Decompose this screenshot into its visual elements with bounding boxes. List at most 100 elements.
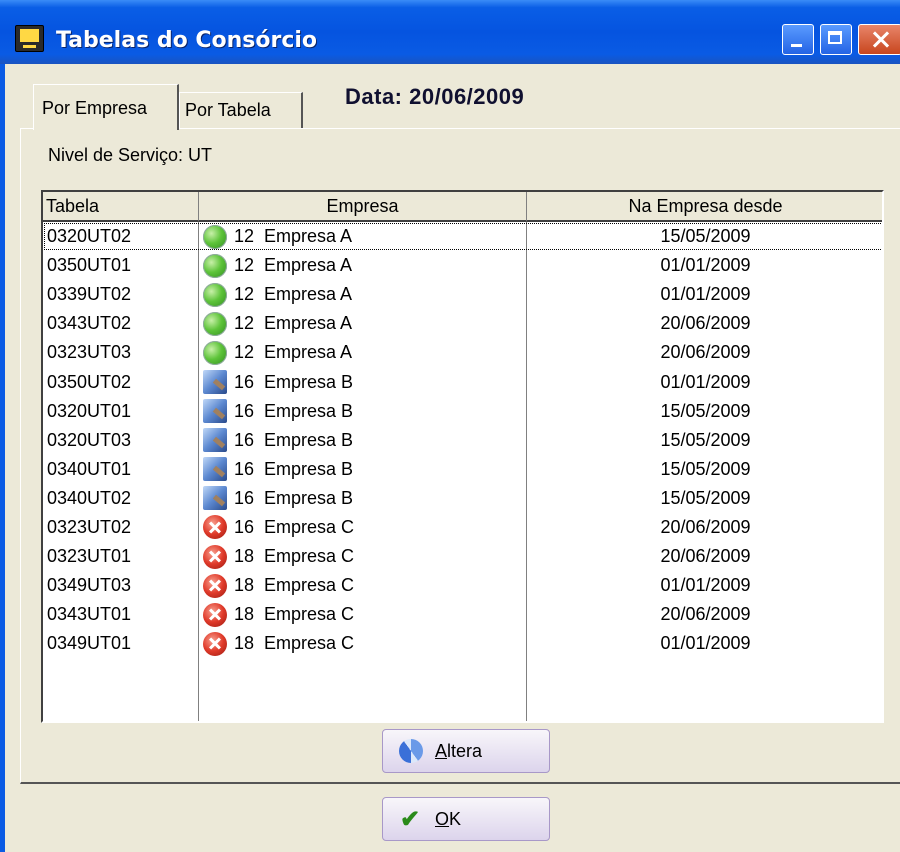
cell-tabela: 0320UT03 [47, 429, 132, 450]
cell-empresa: 16 Empresa B [203, 455, 353, 484]
cell-desde: 20/06/2009 [660, 342, 751, 363]
table-row[interactable]: 0343UT01 18 Empresa C 20/06/2009 [43, 600, 882, 629]
altera-button[interactable]: Altera [382, 729, 550, 773]
red-x-icon [203, 573, 227, 598]
cell-tabela: 0323UT01 [47, 546, 132, 567]
close-button[interactable] [858, 24, 900, 55]
grid-rows: 0320UT02 12 Empresa A 15/05/2009 0350UT01 12… [43, 222, 882, 658]
tab-por-tabela[interactable]: Por Tabela [179, 92, 303, 128]
cell-desde: 20/06/2009 [660, 313, 751, 334]
table-row[interactable]: 0349UT03 18 Empresa C 01/01/2009 [43, 571, 882, 600]
red-x-icon [203, 544, 227, 569]
empresa-text: 18 Empresa C [234, 546, 355, 567]
table-row[interactable]: 0340UT01 16 Empresa B 15/05/2009 [43, 455, 882, 484]
empresa-text: 12 Empresa A [234, 284, 353, 305]
table-row[interactable]: 0350UT02 16 Empresa B 01/01/2009 [43, 367, 882, 396]
cell-tabela: 0320UT02 [47, 226, 132, 247]
table-row[interactable]: 0323UT02 16 Empresa C 20/06/2009 [43, 513, 882, 542]
cell-desde: 15/05/2009 [660, 226, 751, 247]
cell-empresa: 16 Empresa C [203, 513, 354, 542]
empresa-text: 16 Empresa C [234, 516, 355, 537]
green-sphere-icon [203, 224, 227, 249]
cell-empresa: 12 Empresa A [203, 222, 352, 251]
maximize-button[interactable] [820, 24, 852, 55]
cell-tabela: 0320UT01 [47, 400, 132, 421]
table-row[interactable]: 0323UT01 18 Empresa C 20/06/2009 [43, 542, 882, 571]
empresa-text: 18 Empresa C [234, 604, 355, 625]
cell-empresa: 18 Empresa C [203, 542, 354, 571]
column-header-desde[interactable]: Na Empresa desde [527, 192, 882, 222]
table-row[interactable]: 0320UT03 16 Empresa B 15/05/2009 [43, 426, 882, 455]
checkmark-icon: ✔ [399, 805, 421, 833]
cell-tabela: 0349UT01 [47, 633, 132, 654]
cell-tabela: 0343UT01 [47, 604, 132, 625]
cell-desde: 15/05/2009 [660, 487, 751, 508]
cell-desde: 01/01/2009 [660, 575, 751, 596]
cell-tabela: 0340UT02 [47, 487, 132, 508]
green-sphere-icon [203, 340, 227, 365]
cell-empresa: 12 Empresa A [203, 251, 352, 280]
column-header-empresa[interactable]: Empresa [199, 192, 527, 222]
table-row[interactable]: 0320UT02 12 Empresa A 15/05/2009 [43, 222, 882, 251]
cell-desde: 01/01/2009 [660, 255, 751, 276]
empresa-text: 16 Empresa B [234, 458, 354, 479]
empresa-text: 16 Empresa B [234, 400, 354, 421]
empresa-text: 12 Empresa A [234, 255, 353, 276]
table-row[interactable]: 0340UT02 16 Empresa B 15/05/2009 [43, 484, 882, 513]
cell-tabela: 0349UT03 [47, 575, 132, 596]
table-row[interactable]: 0323UT03 12 Empresa A 20/06/2009 [43, 338, 882, 367]
red-x-icon [203, 631, 227, 656]
cell-desde: 01/01/2009 [660, 284, 751, 305]
title-bar[interactable]: Tabelas do Consórcio [0, 0, 900, 64]
cell-desde: 15/05/2009 [660, 400, 751, 421]
cell-desde: 15/05/2009 [660, 458, 751, 479]
empresa-text: 12 Empresa A [234, 226, 353, 247]
cell-empresa: 16 Empresa B [203, 484, 353, 513]
tables-grid[interactable]: Tabela Empresa Na Empresa desde 0320UT02… [41, 190, 884, 723]
date-label: Data: 20/06/2009 [345, 84, 525, 109]
cell-tabela: 0350UT01 [47, 255, 132, 276]
window-title: Tabelas do Consórcio [56, 28, 318, 53]
cell-desde: 20/06/2009 [660, 516, 751, 537]
column-header-tabela[interactable]: Tabela [43, 192, 199, 222]
table-row[interactable]: 0343UT02 12 Empresa A 20/06/2009 [43, 309, 882, 338]
cell-desde: 15/05/2009 [660, 429, 751, 450]
cell-tabela: 0323UT03 [47, 342, 132, 363]
green-sphere-icon [203, 253, 227, 278]
cell-empresa: 18 Empresa C [203, 571, 354, 600]
cell-tabela: 0323UT02 [47, 516, 132, 537]
cell-empresa: 12 Empresa A [203, 338, 352, 367]
minimize-button[interactable] [782, 24, 814, 55]
cell-empresa: 12 Empresa A [203, 280, 352, 309]
ok-button[interactable]: ✔ OK [382, 797, 550, 841]
cell-empresa: 16 Empresa B [203, 367, 353, 396]
service-level-label: Nivel de Serviço: UT [48, 145, 213, 165]
green-sphere-icon [203, 282, 227, 307]
cell-empresa: 18 Empresa C [203, 629, 354, 658]
table-row[interactable]: 0350UT01 12 Empresa A 01/01/2009 [43, 251, 882, 280]
tab-por-empresa[interactable]: Por Empresa [33, 84, 179, 130]
cell-desde: 01/01/2009 [660, 371, 751, 392]
cell-empresa: 12 Empresa A [203, 309, 352, 338]
search-document-icon [203, 486, 227, 511]
red-x-icon [203, 602, 227, 627]
cell-tabela: 0350UT02 [47, 371, 132, 392]
search-document-icon [203, 457, 227, 482]
cell-empresa: 16 Empresa B [203, 397, 353, 426]
refresh-icon [399, 739, 423, 763]
green-sphere-icon [203, 311, 227, 336]
cell-desde: 01/01/2009 [660, 633, 751, 654]
empresa-text: 18 Empresa C [234, 575, 355, 596]
empresa-text: 16 Empresa B [234, 487, 354, 508]
cell-tabela: 0343UT02 [47, 313, 132, 334]
empresa-text: 12 Empresa A [234, 313, 353, 334]
altera-label: Altera [435, 740, 483, 761]
table-row[interactable]: 0339UT02 12 Empresa A 01/01/2009 [43, 280, 882, 309]
table-row[interactable]: 0320UT01 16 Empresa B 15/05/2009 [43, 397, 882, 426]
cell-desde: 20/06/2009 [660, 604, 751, 625]
search-document-icon [203, 428, 227, 453]
table-row[interactable]: 0349UT01 18 Empresa C 01/01/2009 [43, 629, 882, 658]
empresa-text: 16 Empresa B [234, 429, 354, 450]
cell-empresa: 16 Empresa B [203, 426, 353, 455]
cell-empresa: 18 Empresa C [203, 600, 354, 629]
